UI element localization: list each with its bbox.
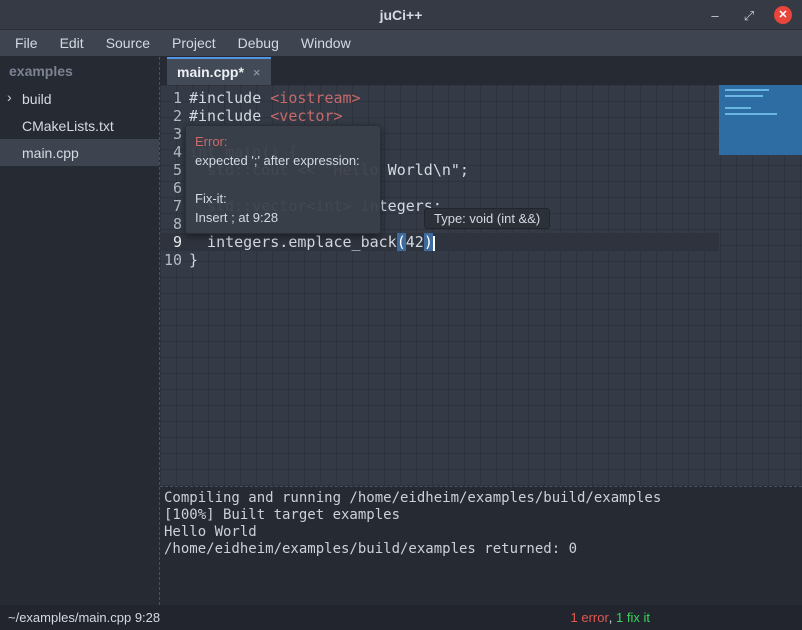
menu-window[interactable]: Window (290, 31, 362, 55)
terminal-line: [100%] Built target examples (164, 507, 802, 524)
code-segment: #include (189, 89, 270, 107)
code-line-current[interactable]: 9 integers.emplace_back(42) (160, 233, 719, 251)
line-number: 3 (160, 125, 185, 143)
line-number: 9 (160, 233, 185, 251)
line-number: 8 (160, 215, 185, 233)
line-number: 10 (160, 251, 185, 269)
titlebar: juCi++ – ⤢ ✕ (0, 0, 802, 30)
project-name-label: examples (0, 57, 159, 85)
code-text: #include <vector> (185, 107, 343, 125)
minimap-code-line (725, 89, 769, 91)
minimap-code-line (725, 95, 763, 97)
editor-column: main.cpp* × 1 #include <iostream> 2 #inc… (160, 57, 802, 605)
window-title: juCi++ (380, 7, 423, 23)
tab-bar: main.cpp* × (160, 57, 802, 85)
terminal-line: Compiling and running /home/eidheim/exam… (164, 490, 802, 507)
main-area: examples › build CMakeLists.txt main.cpp… (0, 57, 802, 605)
sidebar-item-label: CMakeLists.txt (22, 118, 114, 134)
line-number: 2 (160, 107, 185, 125)
menu-source[interactable]: Source (95, 31, 161, 55)
text-cursor (433, 236, 435, 251)
fixit-count: 1 fix it (616, 610, 650, 625)
tab-maincpp[interactable]: main.cpp* × (167, 57, 271, 85)
code-segment: #include (189, 107, 270, 125)
fixit-title: Fix-it: (195, 189, 371, 208)
type-tooltip: Type: void (int &&) (424, 208, 550, 229)
include-path: <iostream> (270, 89, 360, 107)
sidebar-item-label: main.cpp (22, 145, 79, 161)
fixit-text: Insert ; at 9:28 (195, 208, 371, 227)
code-text: integers.emplace_back(42) (185, 233, 435, 251)
code-line[interactable]: 1 #include <iostream> (160, 89, 719, 107)
code-segment: integers.emplace_back (189, 233, 397, 251)
terminal-output[interactable]: Compiling and running /home/eidheim/exam… (160, 486, 802, 605)
minimize-icon[interactable]: – (706, 9, 724, 22)
minimap-code-line (725, 107, 751, 109)
diagnostics-summary: 1 error, 1 fix it (571, 605, 651, 630)
line-number: 1 (160, 89, 185, 107)
close-icon[interactable]: ✕ (774, 6, 792, 24)
menu-file[interactable]: File (4, 31, 49, 55)
minimap-code-line (725, 113, 777, 115)
matched-bracket-close: ) (424, 233, 433, 251)
diagnostic-tooltip: Error: expected ';' after expression: Fi… (185, 125, 381, 234)
tab-label: main.cpp* (177, 64, 244, 80)
maximize-icon[interactable]: ⤢ (740, 9, 758, 22)
file-tree-sidebar: examples › build CMakeLists.txt main.cpp (0, 57, 160, 605)
sidebar-item-build[interactable]: › build (0, 85, 159, 112)
code-segment: 42 (406, 233, 424, 251)
line-number: 4 (160, 143, 185, 161)
code-text: } (185, 251, 198, 269)
menu-project[interactable]: Project (161, 31, 227, 55)
code-editor[interactable]: 1 #include <iostream> 2 #include <vector… (160, 85, 802, 486)
menu-debug[interactable]: Debug (227, 31, 290, 55)
diagnostic-title: Error: (195, 132, 371, 151)
line-number: 6 (160, 179, 185, 197)
chevron-right-icon[interactable]: › (7, 89, 12, 105)
code-line[interactable]: 10 } (160, 251, 719, 269)
line-number: 7 (160, 197, 185, 215)
menubar: File Edit Source Project Debug Window (0, 30, 802, 57)
code-line[interactable]: 2 #include <vector> (160, 107, 719, 125)
sidebar-item-maincpp[interactable]: main.cpp (0, 139, 159, 166)
error-count: 1 error (571, 610, 609, 625)
status-bar: ~/examples/main.cpp 9:28 1 error, 1 fix … (0, 605, 802, 630)
terminal-line: /home/eidheim/examples/build/examples re… (164, 541, 802, 558)
code-segment: } (189, 251, 198, 269)
matched-bracket-open: ( (397, 233, 406, 251)
code-text: #include <iostream> (185, 89, 361, 107)
terminal-line: Hello World (164, 524, 802, 541)
sidebar-item-cmakelists[interactable]: CMakeLists.txt (0, 112, 159, 139)
separator: , (609, 610, 616, 625)
file-location-label: ~/examples/main.cpp 9:28 (8, 610, 160, 625)
sidebar-item-label: build (22, 91, 52, 107)
line-number: 5 (160, 161, 185, 179)
tab-close-icon[interactable]: × (253, 65, 261, 80)
diagnostic-message: expected ';' after expression: (195, 151, 371, 170)
menu-edit[interactable]: Edit (49, 31, 95, 55)
include-path: <vector> (270, 107, 342, 125)
minimap-slider[interactable] (719, 85, 802, 155)
overview-minimap (719, 85, 802, 486)
window-controls: – ⤢ ✕ (706, 0, 792, 30)
